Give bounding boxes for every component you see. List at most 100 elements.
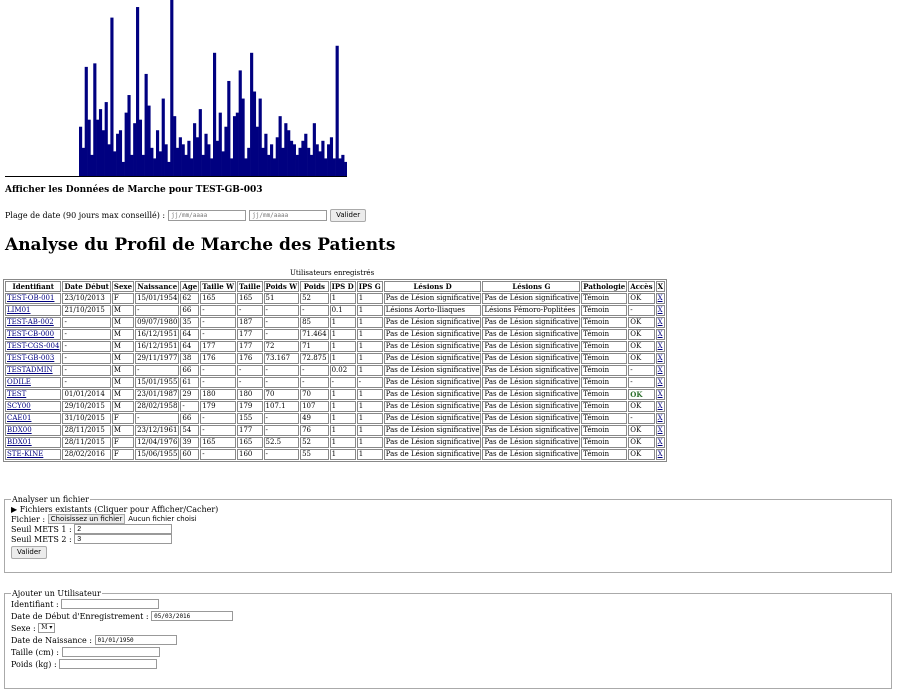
- date-end-input[interactable]: [249, 210, 328, 221]
- column-header: Taille: [237, 281, 263, 292]
- table-row: TESTADMIN - M -66- - - -0.02 1 Pas de Lésion sig…: [5, 365, 666, 376]
- existing-files-toggle[interactable]: ▶ Fichiers existants (Cliquer pour Affic…: [11, 504, 891, 514]
- delete-user-link[interactable]: X: [658, 306, 663, 314]
- chart-bar: [312, 123, 316, 176]
- chart-bar: [121, 161, 125, 176]
- table-cell: 155: [237, 413, 263, 424]
- add-height-input[interactable]: [61, 647, 160, 657]
- delete-user-link[interactable]: X: [658, 402, 663, 410]
- chart-bar: [221, 151, 225, 176]
- user-id-link[interactable]: STE-KINE: [7, 450, 43, 458]
- table-cell: Pas de Lésion significative: [482, 389, 581, 400]
- table-cell: -: [62, 317, 111, 328]
- delete-user-link[interactable]: X: [658, 342, 663, 350]
- display-validate-button[interactable]: Valider: [330, 209, 367, 222]
- table-cell: Pas de Lésion significative: [383, 449, 482, 460]
- chart-bar: [230, 158, 234, 176]
- delete-user-link[interactable]: X: [658, 438, 663, 446]
- delete-user-link[interactable]: X: [658, 378, 663, 386]
- chart-bar: [335, 45, 339, 177]
- user-id-link[interactable]: SCY00: [7, 402, 31, 410]
- chart-bar: [218, 112, 222, 176]
- date-range-label: Plage de date (90 jours max conseillé) :: [5, 211, 166, 220]
- chart-bar: [110, 17, 114, 176]
- chart-bar: [141, 154, 145, 176]
- user-id-link[interactable]: TEST-GB-003: [7, 354, 54, 362]
- table-cell: 1: [329, 353, 356, 364]
- table-cell: Témoin: [581, 317, 628, 328]
- delete-user-link[interactable]: X: [658, 318, 663, 326]
- table-cell: -: [200, 425, 237, 436]
- delete-user-link[interactable]: X: [658, 414, 663, 422]
- table-cell: Pas de Lésion significative: [383, 413, 482, 424]
- table-cell: -: [62, 365, 111, 376]
- table-cell: -: [263, 377, 300, 388]
- user-id-link[interactable]: TEST-OB-001: [7, 294, 54, 302]
- user-id-link[interactable]: BDX00: [7, 426, 32, 434]
- cell-identifiant: LIM01: [5, 305, 62, 316]
- user-id-link[interactable]: ODILE: [7, 378, 31, 386]
- delete-user-link[interactable]: X: [658, 390, 663, 398]
- chart-bar: [101, 130, 105, 176]
- display-heading: Afficher les Données de Marche pour TEST…: [5, 185, 263, 195]
- sex-select[interactable]: M ▾: [38, 623, 56, 633]
- table-cell: 165: [237, 293, 263, 304]
- table-cell: 29/11/1977: [135, 353, 180, 364]
- chart-bar: [184, 154, 188, 176]
- table-cell: 66: [180, 413, 200, 424]
- mets2-input[interactable]: [74, 534, 173, 544]
- user-id-link[interactable]: TEST-CGS-004: [7, 342, 59, 350]
- add-user-fieldset: Ajouter un Utilisateur Identifiant : Dat…: [4, 589, 892, 689]
- table-cell: Lésions Aorto-Iliaques: [383, 305, 482, 316]
- table-cell: Témoin: [581, 377, 628, 388]
- add-id-input[interactable]: [61, 599, 160, 609]
- user-id-link[interactable]: TEST-CB-000: [7, 330, 54, 338]
- table-cell: Pas de Lésion significative: [482, 437, 581, 448]
- table-cell: Pas de Lésion significative: [482, 329, 581, 340]
- mets1-label: Seuil METS 1 :: [11, 524, 72, 534]
- delete-user-link[interactable]: X: [658, 354, 663, 362]
- table-cell: Pas de Lésion significative: [383, 377, 482, 388]
- user-id-link[interactable]: CAE01: [7, 414, 31, 422]
- table-cell: 28/02/1958: [135, 401, 180, 412]
- table-cell: 180: [200, 389, 237, 400]
- chart-bar: [164, 144, 168, 176]
- delete-user-link[interactable]: X: [658, 426, 663, 434]
- table-cell: -: [237, 365, 263, 376]
- delete-user-link[interactable]: X: [658, 366, 663, 374]
- table-cell: 28/11/2015: [62, 437, 111, 448]
- add-birth-input[interactable]: [94, 635, 177, 645]
- table-cell: 71: [300, 341, 329, 352]
- analyze-file-fieldset: Analyser un fichier ▶ Fichiers existants…: [4, 495, 892, 573]
- file-validate-button[interactable]: Valider: [11, 546, 48, 559]
- chart-bar: [329, 137, 334, 176]
- user-id-link[interactable]: TEST: [7, 390, 26, 398]
- add-start-row: Date de Début d'Enregistrement :: [11, 610, 891, 622]
- choose-file-button[interactable]: Choisissez un fichier: [47, 514, 126, 524]
- table-cell: -: [263, 413, 300, 424]
- column-header: Sexe: [111, 281, 135, 292]
- add-start-input[interactable]: [151, 611, 234, 621]
- cell-delete: X: [655, 365, 666, 376]
- mets1-input[interactable]: [74, 524, 173, 534]
- user-id-link[interactable]: TESTADMIN: [7, 366, 53, 374]
- date-start-input[interactable]: [168, 210, 247, 221]
- table-cell: -: [200, 317, 237, 328]
- delete-user-link[interactable]: X: [658, 450, 663, 458]
- table-cell: Pas de Lésion significative: [482, 293, 581, 304]
- table-row: TEST-GB-003- M 29/11/1977 38 176 176 73.167 72.…: [5, 353, 666, 364]
- delete-user-link[interactable]: X: [658, 294, 663, 302]
- table-cell: OK: [628, 449, 655, 460]
- user-id-link[interactable]: LIM01: [7, 306, 31, 314]
- add-weight-input[interactable]: [59, 659, 158, 669]
- user-id-link[interactable]: TEST-AB-002: [7, 318, 54, 326]
- user-id-link[interactable]: BDX01: [7, 438, 32, 446]
- delete-user-link[interactable]: X: [658, 330, 663, 338]
- add-sex-label: Sexe :: [11, 623, 36, 633]
- add-id-row: Identifiant :: [11, 598, 891, 610]
- chart-bar: [81, 147, 85, 176]
- table-cell: 71.464: [300, 329, 329, 340]
- table-cell: OK: [628, 293, 655, 304]
- chart-bar: [238, 70, 242, 176]
- chart-bar: [175, 147, 180, 176]
